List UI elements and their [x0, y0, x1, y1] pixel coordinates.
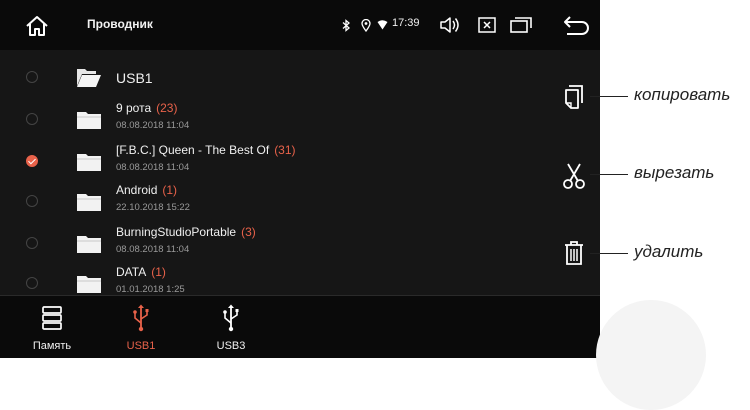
home-icon	[26, 16, 48, 36]
file-manager-screen: Проводник 17:39 USB1 9 рота (23) 08.08.2…	[0, 0, 600, 358]
tab-usb1[interactable]: USB1	[106, 302, 176, 356]
cut-button[interactable]	[560, 160, 588, 192]
app-title: Проводник	[87, 17, 153, 31]
back-button[interactable]	[560, 12, 592, 40]
volume-button[interactable]	[437, 13, 463, 37]
location-icon	[360, 15, 372, 35]
folder-icon	[77, 112, 101, 129]
tab-usb3[interactable]: USB3	[196, 302, 266, 356]
home-button[interactable]	[20, 12, 54, 40]
status-bar: Проводник 17:39	[0, 0, 600, 50]
folder-name: BurningStudioPortable	[116, 225, 237, 239]
open-folder-icon	[77, 69, 101, 87]
folder-name: USB1	[116, 70, 153, 86]
modified-date: 01.01.2018 1:25	[116, 284, 185, 294]
trash-icon	[565, 241, 583, 265]
modified-date: 22.10.2018 15:22	[116, 202, 190, 213]
window-icon	[510, 17, 532, 33]
clock: 17:39	[392, 17, 420, 29]
annotation-line	[590, 253, 628, 254]
folder-name: Android	[116, 183, 158, 197]
file-list: USB1 9 рота (23) 08.08.2018 11:04 [F.B.C.…	[0, 58, 548, 294]
storage-tab-bar: Память USB1 USB3	[0, 295, 600, 358]
bluetooth-icon	[340, 15, 352, 35]
usb-icon	[223, 304, 239, 332]
item-count: (31)	[274, 143, 296, 157]
folder-icon	[77, 194, 101, 211]
folder-name: 9 рота	[116, 101, 152, 115]
delete-button[interactable]	[560, 237, 588, 269]
decorative-circle	[596, 300, 706, 410]
tab-label: USB3	[216, 340, 246, 352]
select-radio[interactable]	[26, 277, 38, 289]
select-radio[interactable]	[26, 155, 38, 167]
volume-icon	[440, 17, 459, 33]
select-radio[interactable]	[26, 113, 38, 125]
list-item[interactable]: Android (1) 22.10.2018 15:22	[0, 180, 548, 218]
folder-name: [F.B.C.] Queen - The Best Of	[116, 143, 270, 157]
annotation-line	[590, 174, 628, 175]
select-radio[interactable]	[26, 195, 38, 207]
tab-label: USB1	[126, 340, 156, 352]
select-radio[interactable]	[26, 71, 38, 83]
tab-label: Память	[32, 340, 72, 352]
modified-date: 08.08.2018 11:04	[116, 120, 190, 131]
cut-annotation: вырезать	[634, 163, 715, 182]
folder-name: DATA	[116, 265, 147, 279]
folder-icon	[77, 154, 101, 171]
list-item[interactable]: [F.B.C.] Queen - The Best Of (31) 08.08.2…	[0, 140, 548, 178]
folder-icon	[77, 236, 101, 253]
folder-icon	[77, 276, 101, 293]
copy-button[interactable]	[560, 81, 588, 113]
back-icon	[564, 16, 589, 35]
select-radio[interactable]	[26, 237, 38, 249]
tab-memory[interactable]: Память	[17, 302, 87, 356]
copy-icon	[565, 85, 583, 109]
copy-annotation: копировать	[634, 85, 731, 104]
close-window-icon	[478, 17, 496, 33]
usb-icon	[133, 304, 149, 332]
modified-date: 08.08.2018 11:04	[116, 162, 190, 173]
delete-annotation: удалить	[634, 242, 704, 261]
item-count: (23)	[156, 101, 178, 115]
list-item[interactable]: 9 рота (23) 08.08.2018 11:04	[0, 98, 548, 136]
item-count: (3)	[241, 225, 256, 239]
annotation-line	[590, 96, 628, 97]
item-count: (1)	[162, 183, 178, 197]
close-window-button[interactable]	[477, 14, 497, 36]
scissors-icon	[563, 163, 585, 189]
list-item[interactable]: USB1	[0, 58, 548, 96]
modified-date: 08.08.2018 11:04	[116, 244, 190, 255]
window-button[interactable]	[508, 14, 534, 36]
action-sidebar	[548, 50, 600, 294]
wifi-icon	[376, 15, 388, 35]
storage-icon	[42, 306, 62, 330]
item-count: (1)	[151, 265, 166, 279]
list-item[interactable]: DATA (1) 01.01.2018 1:25	[0, 262, 548, 294]
list-item[interactable]: BurningStudioPortable (3) 08.08.2018 11:0…	[0, 222, 548, 260]
